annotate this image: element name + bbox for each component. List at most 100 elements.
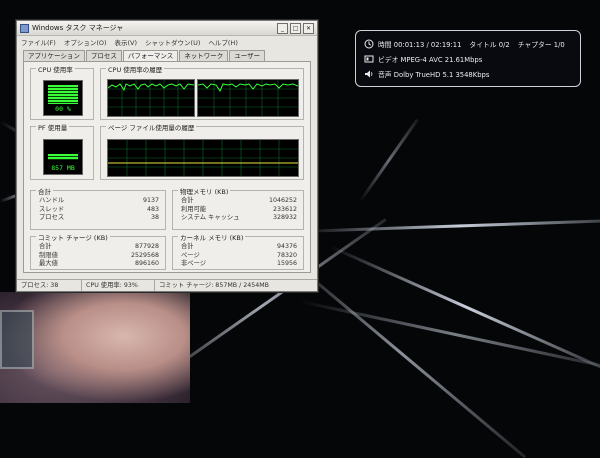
status-bar: プロセス: 38 CPU 使用率: 93% コミット チャージ: 857MB /… [17,279,317,291]
cpu-history-chart-1 [108,80,194,116]
stat-row: スレッド 483 [39,206,159,215]
stat-label: ハンドル [39,197,65,204]
pf-usage-label: PF 使用量 [36,122,70,132]
stat-row: 合計 1046252 [181,197,297,206]
stat-row: 最大値 896160 [39,260,159,269]
menu-file[interactable]: ファイル(F) [21,37,56,47]
stat-label: 合計 [181,243,194,250]
pf-usage-value: 857 MB [51,164,75,172]
stat-label: 利用可能 [181,205,207,213]
stat-label: システム キャッシュ [181,214,240,221]
menu-help[interactable]: ヘルプ(H) [208,37,237,47]
stat-row: 非ページ 15956 [181,260,297,269]
cpu-usage-meter: 00 % [43,80,83,116]
physical-memory-label: 物理メモリ (KB) [178,186,231,196]
stat-row: ハンドル 9137 [39,197,159,206]
stat-value: 328932 [272,214,297,221]
stat-row: 利用可能 233612 [181,206,297,215]
stat-label: ページ [181,251,200,259]
background-streak [299,300,600,370]
stat-row: 合計 94376 [181,243,297,252]
cpu-history-chart-2 [198,80,298,116]
osd-time-row: 時間 00:01:13 / 02:19:11 タイトル 0/2 チャプター 1/… [364,36,572,51]
tab-users[interactable]: ユーザー [229,50,266,61]
commit-charge-label: コミット チャージ (KB) [36,232,110,242]
tab-processes[interactable]: プロセス [85,50,122,61]
totals-label: 合計 [36,186,53,196]
tab-network[interactable]: ネットワーク [179,50,229,61]
stat-label: 非ページ [181,260,207,267]
background-streak [358,118,419,203]
stat-value: 233612 [272,205,297,213]
stat-label: 制限値 [39,251,58,259]
cpu-usage-value: 00 % [55,105,71,113]
status-commit: コミット チャージ: 857MB / 2454MB [159,282,269,289]
stat-label: 合計 [181,197,194,204]
stat-value: 94376 [276,243,297,250]
status-cpu: CPU 使用率: 93% [82,280,155,291]
cpu-meter-fill [48,85,78,104]
app-icon [20,23,29,33]
stat-value: 38 [150,214,159,221]
stat-row: ページ 78320 [181,252,297,261]
maximize-button[interactable]: □ [290,22,301,34]
background-photo-frame [0,310,34,369]
pf-usage-group: PF 使用量 857 MB [30,122,94,180]
stat-value: 78320 [276,251,297,259]
osd-audio: 音声 Dolby TrueHD 5.1 3548Kbps [378,70,490,79]
stat-value: 1046252 [268,197,297,204]
speaker-icon [365,70,373,77]
stat-value: 15956 [276,260,297,267]
pf-history-label: ページ ファイル使用量の履歴 [106,122,197,132]
stat-value: 2529568 [130,251,159,259]
physical-memory-group: 物理メモリ (KB) 合計 1046252 利用可能 233612 システム キャッ… [172,186,304,230]
pf-usage-meter: 857 MB [43,139,83,175]
pf-meter-fill [48,154,78,160]
menu-bar: ファイル(F) オプション(O) 表示(V) シャットダウン(U) ヘルプ(H) [17,36,317,47]
cpu-history-graph-1 [107,79,195,117]
stat-label: 最大値 [39,260,58,267]
player-info-overlay: 時間 00:01:13 / 02:19:11 タイトル 0/2 チャプター 1/… [355,30,581,87]
cpu-history-graph-2 [197,79,299,117]
clock-icon [364,39,374,48]
stat-value: 877928 [134,243,159,250]
kernel-memory-group: カーネル メモリ (KB) 合計 94376 ページ 78320 非ページ 15956 [172,232,304,270]
performance-panel: CPU 使用率 00 % CPU 使用率の履歴 PF 使用量 857 MB ペー… [23,61,311,273]
task-manager-window[interactable]: Windows タスク マネージャ _ □ ✕ ファイル(F) オプション(O)… [16,20,318,292]
osd-chapter: チャプター 1/0 [517,40,565,49]
commit-charge-group: コミット チャージ (KB) 合計 877928 制限値 2529568 最大値 89… [30,232,166,270]
kernel-memory-stats: 合計 94376 ページ 78320 非ページ 15956 [181,243,297,269]
pf-history-graph [107,139,299,177]
osd-audio-row: 音声 Dolby TrueHD 5.1 3548Kbps [364,66,572,81]
osd-video-row: ビデオ MPEG-4 AVC 21.61Mbps [364,51,572,66]
menu-options[interactable]: オプション(O) [64,37,107,47]
pf-history-group: ページ ファイル使用量の履歴 [100,122,304,180]
cpu-history-label: CPU 使用率の履歴 [106,64,165,74]
kernel-memory-label: カーネル メモリ (KB) [178,232,246,242]
stat-row: プロセス 38 [39,214,159,223]
stat-value: 896160 [134,260,159,267]
cpu-usage-label: CPU 使用率 [36,64,75,74]
minimize-button[interactable]: _ [277,22,288,34]
stat-label: 合計 [39,243,52,250]
tab-strip: アプリケーション プロセス パフォーマンス ネットワーク ユーザー [23,50,317,62]
cpu-history-group: CPU 使用率の履歴 [100,64,304,120]
totals-stats: ハンドル 9137 スレッド 483 プロセス 38 [39,197,159,223]
tab-applications[interactable]: アプリケーション [23,50,85,61]
totals-group: 合計 ハンドル 9137 スレッド 483 プロセス 38 [30,186,166,230]
osd-title: タイトル 0/2 [469,40,510,49]
close-button[interactable]: ✕ [303,22,314,34]
window-title: Windows タスク マネージャ [32,24,124,32]
stat-row: 制限値 2529568 [39,252,159,261]
stat-value: 483 [146,205,159,213]
stat-row: システム キャッシュ 328932 [181,214,297,223]
menu-shutdown[interactable]: シャットダウン(U) [145,37,200,47]
physical-memory-stats: 合計 1046252 利用可能 233612 システム キャッシュ 328932 [181,197,297,223]
menu-view[interactable]: 表示(V) [115,37,138,47]
background-streak [299,218,600,233]
title-bar[interactable]: Windows タスク マネージャ _ □ ✕ [17,21,317,36]
status-processes: プロセス: 38 [17,280,82,291]
stat-value: 9137 [142,197,159,204]
commit-charge-stats: 合計 877928 制限値 2529568 最大値 896160 [39,243,159,269]
stat-row: 合計 877928 [39,243,159,252]
